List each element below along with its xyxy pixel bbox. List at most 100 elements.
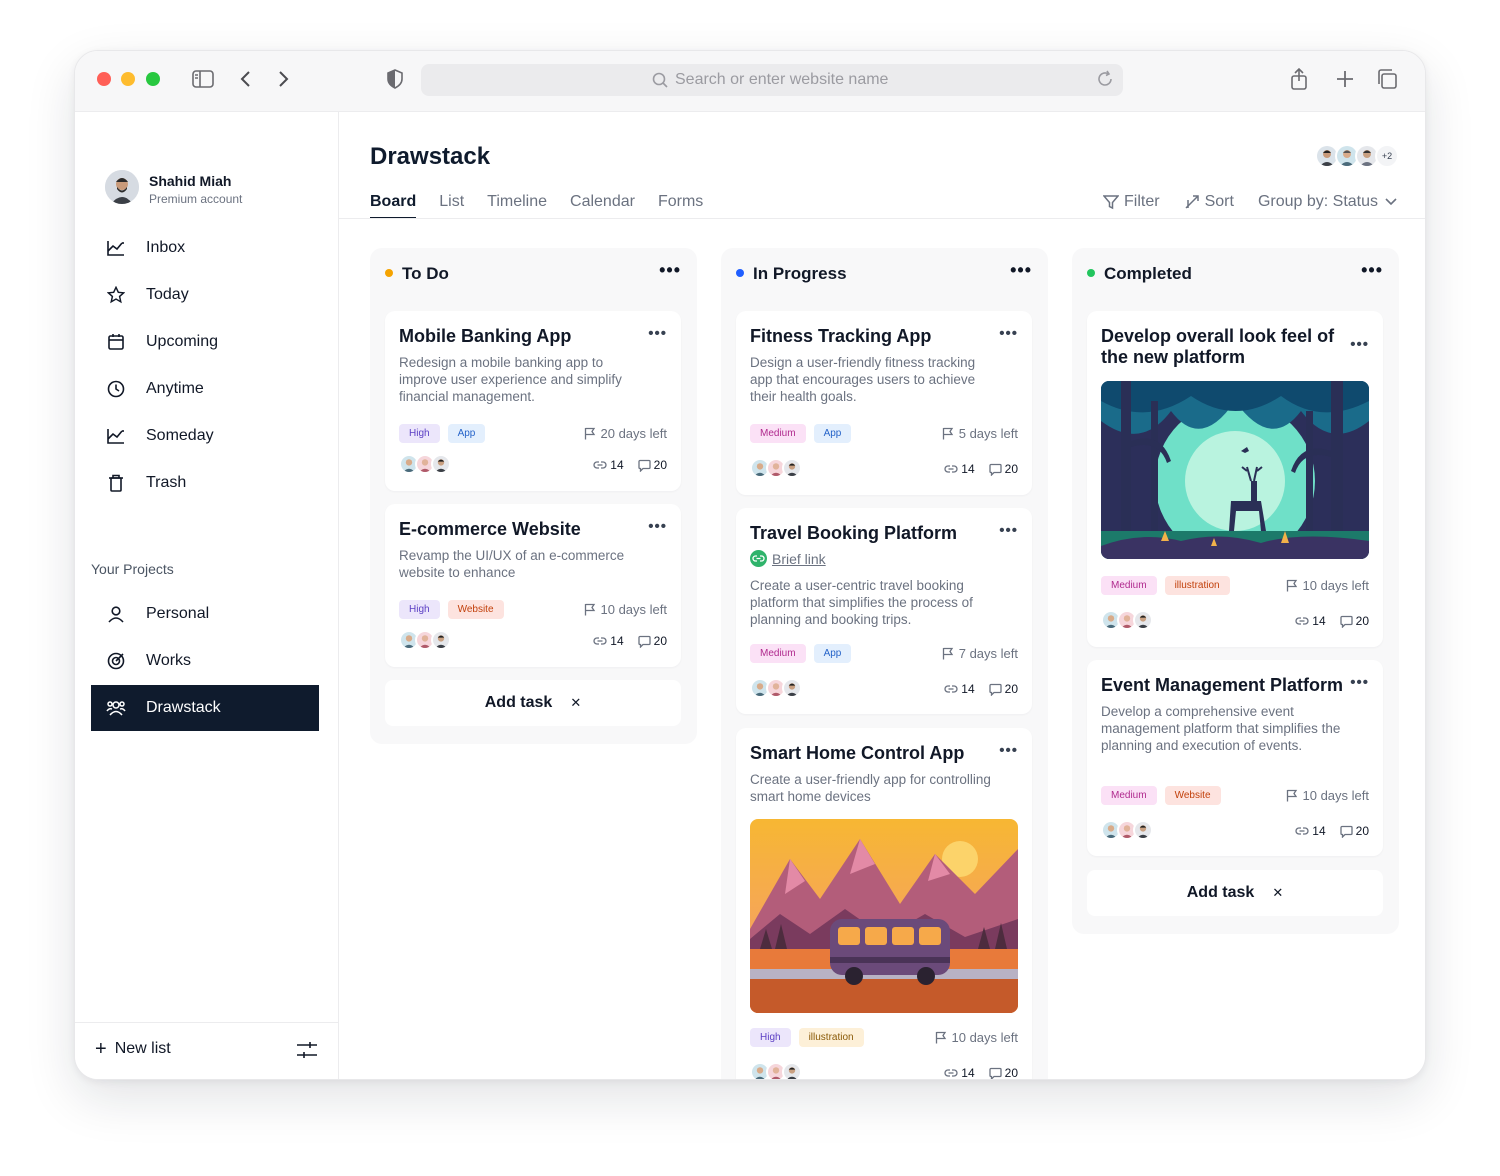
maximize-window-button[interactable] xyxy=(146,72,160,86)
task-card[interactable]: Event Management Platform ••• Develop a … xyxy=(1087,660,1383,856)
tab-list[interactable]: List xyxy=(439,193,464,219)
team-more-count: +2 xyxy=(1375,144,1399,168)
more-icon[interactable]: ••• xyxy=(1361,260,1383,281)
back-icon[interactable] xyxy=(233,67,257,91)
nav-item-trash[interactable]: Trash xyxy=(91,460,319,506)
new-list-button[interactable]: + New list xyxy=(95,1039,171,1059)
trash-icon xyxy=(105,472,127,494)
card-title: Event Management Platform xyxy=(1101,675,1344,695)
assignee-avatars[interactable] xyxy=(1101,820,1153,840)
project-item-drawstack[interactable]: Drawstack xyxy=(91,685,319,731)
days-left: 10 days left xyxy=(1302,578,1370,593)
assignee-avatars[interactable] xyxy=(1101,610,1153,630)
tab-forms[interactable]: Forms xyxy=(658,193,703,219)
task-card[interactable]: Fitness Tracking App ••• Design a user-f… xyxy=(736,311,1032,495)
url-bar[interactable]: Search or enter website name xyxy=(421,64,1123,96)
assignee-avatars[interactable] xyxy=(399,630,451,650)
avatar xyxy=(782,1062,802,1079)
column-header: To Do ••• xyxy=(370,248,697,300)
avatar xyxy=(431,630,451,650)
add-task-button[interactable]: Add task ✕ xyxy=(385,680,681,726)
nav-item-upcoming[interactable]: Upcoming xyxy=(91,319,319,365)
link-icon xyxy=(593,637,607,645)
forward-icon[interactable] xyxy=(272,67,296,91)
card-description: Redesign a mobile banking app to improve… xyxy=(399,355,622,404)
sidebar-toggle-icon[interactable] xyxy=(191,67,215,91)
project-label: Personal xyxy=(146,605,210,622)
link-icon xyxy=(944,465,958,473)
tab-calendar[interactable]: Calendar xyxy=(570,193,635,219)
project-item-works[interactable]: Works xyxy=(91,638,319,684)
column-header: Completed ••• xyxy=(1072,248,1399,300)
comments-count: 20 xyxy=(637,634,667,648)
links-value: 14 xyxy=(610,458,624,472)
close-icon[interactable]: ✕ xyxy=(1272,885,1283,901)
more-icon[interactable]: ••• xyxy=(999,742,1018,759)
task-card[interactable]: Mobile Banking App ••• Redesign a mobile… xyxy=(385,311,681,491)
assignee-avatars[interactable] xyxy=(750,458,802,478)
team-avatars[interactable]: +2 xyxy=(1315,144,1399,168)
add-task-button[interactable]: Add task ✕ xyxy=(1087,870,1383,916)
category-tag: illustration xyxy=(798,1028,864,1047)
nav-item-today[interactable]: Today xyxy=(91,272,319,318)
sidebar: Shahid Miah Premium account Inbox Today … xyxy=(75,112,339,1079)
task-card[interactable]: Develop overall look feel of the new pla… xyxy=(1087,311,1383,647)
tab-board[interactable]: Board xyxy=(370,193,417,219)
avatar[interactable] xyxy=(105,170,139,204)
priority-tag: Medium xyxy=(750,644,806,663)
view-tabs: Board List Timeline Calendar Forms xyxy=(370,193,726,219)
task-card[interactable]: Travel Booking Platform ••• Brief link C… xyxy=(736,508,1032,714)
sliders-icon[interactable] xyxy=(296,1040,318,1060)
nav-item-someday[interactable]: Someday xyxy=(91,413,319,459)
comments-value: 20 xyxy=(653,458,667,472)
tab-overview-icon[interactable] xyxy=(1375,67,1399,91)
comments-count: 20 xyxy=(1339,614,1369,628)
card-title: Fitness Tracking App xyxy=(750,326,932,346)
minimize-window-button[interactable] xyxy=(121,72,135,86)
close-icon[interactable]: ✕ xyxy=(570,695,581,711)
nav-label: Today xyxy=(146,286,189,303)
browser-window: Search or enter website name Shahid Miah… xyxy=(74,50,1426,1080)
nav-label: Someday xyxy=(146,427,214,444)
more-icon[interactable]: ••• xyxy=(999,522,1018,539)
reload-icon[interactable] xyxy=(1095,69,1115,89)
task-card[interactable]: E-commerce Website ••• Revamp the UI/UX … xyxy=(385,504,681,667)
new-tab-icon[interactable] xyxy=(1333,67,1357,91)
filter-button[interactable]: Filter xyxy=(1103,193,1160,211)
plus-icon: + xyxy=(95,1038,107,1060)
close-window-button[interactable] xyxy=(97,72,111,86)
shield-icon[interactable] xyxy=(383,67,407,91)
more-icon[interactable]: ••• xyxy=(1010,260,1032,281)
status-dot xyxy=(1087,269,1095,277)
link-icon xyxy=(944,1069,958,1077)
nav-item-inbox[interactable]: Inbox xyxy=(91,225,319,271)
comments-value: 20 xyxy=(1004,462,1018,476)
tags: Medium Website xyxy=(1101,786,1229,805)
tab-timeline[interactable]: Timeline xyxy=(487,193,547,219)
more-icon[interactable]: ••• xyxy=(1350,674,1369,691)
task-card[interactable]: Smart Home Control App ••• Create a user… xyxy=(736,728,1032,1080)
assignee-avatars[interactable] xyxy=(750,1062,802,1079)
due-date: 10 days left xyxy=(584,602,667,617)
days-left: 10 days left xyxy=(951,1030,1019,1045)
comments-count: 20 xyxy=(988,1066,1018,1079)
group-by-label: Group by: Status xyxy=(1257,193,1378,210)
more-icon[interactable]: ••• xyxy=(999,325,1018,342)
assignee-avatars[interactable] xyxy=(399,454,451,474)
divider xyxy=(339,218,1425,219)
sort-button[interactable]: Sort xyxy=(1184,193,1234,211)
share-icon[interactable] xyxy=(1287,67,1311,91)
project-item-personal[interactable]: Personal xyxy=(91,591,319,637)
brief-link[interactable]: Brief link xyxy=(750,550,826,567)
links-value: 14 xyxy=(961,1066,975,1080)
assignee-avatars[interactable] xyxy=(750,678,802,698)
group-by-dropdown[interactable]: Group by: Status xyxy=(1258,193,1397,211)
more-icon[interactable]: ••• xyxy=(1350,336,1369,353)
more-icon[interactable]: ••• xyxy=(648,518,667,535)
brief-link-label: Brief link xyxy=(772,550,826,567)
more-icon[interactable]: ••• xyxy=(648,325,667,342)
more-icon[interactable]: ••• xyxy=(659,260,681,281)
nav-item-anytime[interactable]: Anytime xyxy=(91,366,319,412)
comment-icon xyxy=(1339,615,1353,628)
search-icon xyxy=(652,72,668,88)
